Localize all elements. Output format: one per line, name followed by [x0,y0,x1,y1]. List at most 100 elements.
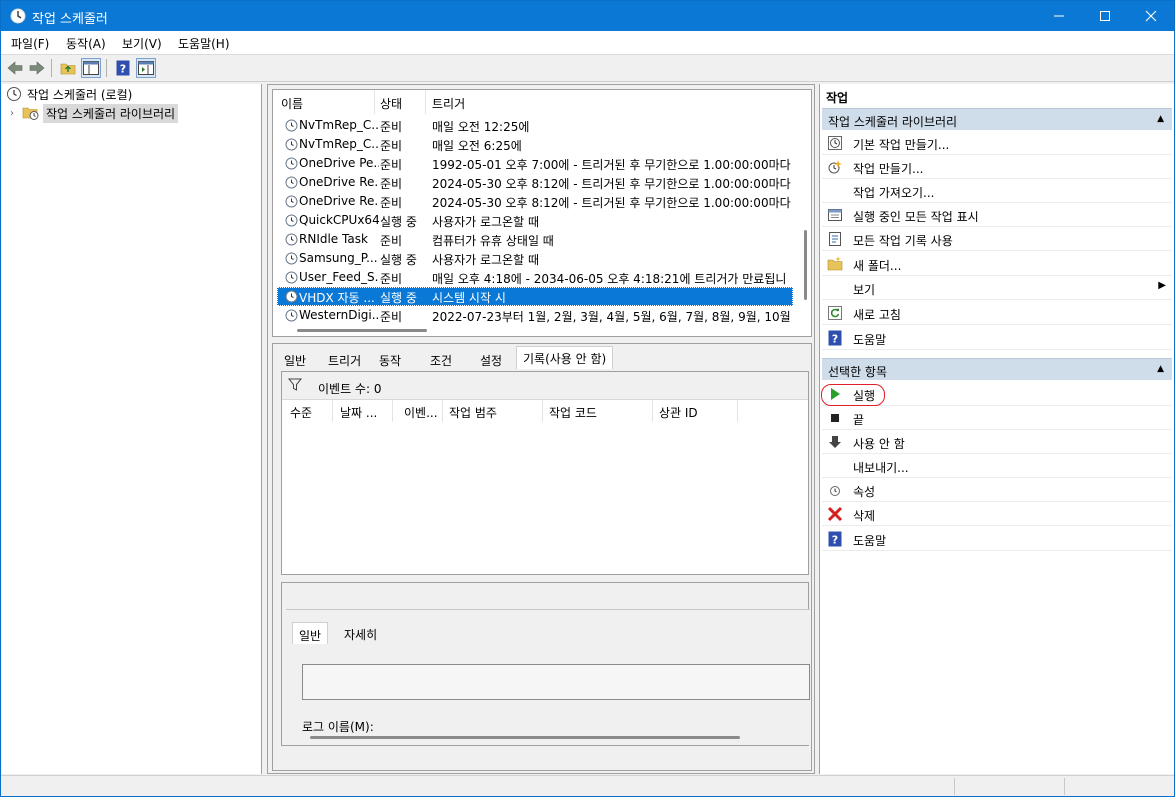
column-divider[interactable] [392,400,393,422]
action-end[interactable]: 끝 [822,406,1172,430]
vertical-scrollbar[interactable] [804,230,807,300]
column-divider[interactable] [542,400,543,422]
tab-conditions[interactable]: 조건 [423,348,459,368]
task-status: 준비 [380,272,403,286]
action-help-selected[interactable]: ? 도움말 [822,527,1172,551]
task-name: OneDrive Pe... [299,156,379,170]
tab-actions[interactable]: 동작 [372,348,408,368]
action-view[interactable]: 보기 ▶ [822,276,1172,300]
tab-event-details[interactable]: 자세히 [338,622,383,644]
horizontal-scrollbar[interactable] [297,329,427,332]
task-trigger: 2024-05-30 오후 8:12에 - 트리거된 후 무기한으로 1.00:… [432,177,791,191]
action-new-folder[interactable]: 새 폴더... [822,252,1172,276]
history-col-category[interactable]: 작업 범주 [449,404,497,421]
menu-bar: 파일(F) 동작(A) 보기(V) 도움말(H) [1,31,1174,54]
tree-item-library[interactable]: › 작업 스케줄러 라이브러리 [10,103,179,123]
task-clock-icon [285,290,298,303]
expand-chevron-icon[interactable]: › [10,108,22,119]
action-refresh[interactable]: 새로 고침 [822,301,1172,325]
column-trigger[interactable]: 트리거 [432,95,465,112]
column-divider[interactable] [737,400,738,422]
task-name: OneDrive Re... [299,175,379,189]
task-row[interactable]: OneDrive Re... 준비 2024-05-30 오후 8:12에 - 트리… [277,192,793,211]
action-delete[interactable]: 삭제 [822,502,1172,526]
show-tree-button[interactable] [81,58,101,78]
history-col-correlation[interactable]: 상관 ID [659,404,698,421]
menu-view[interactable]: 보기(V) [122,35,162,52]
task-row[interactable]: Samsung_P... 실행 중 사용자가 로그온할 때 [277,249,793,268]
section-selected-item[interactable]: 선택한 항목 ▲ [822,358,1172,380]
show-action-pane-button[interactable] [136,58,156,78]
history-columns: 수준 날짜 ... 이벤... 작업 범주 작업 코드 상관 ID [282,400,808,422]
action-create-basic-task[interactable]: 기본 작업 만들기... [822,131,1172,155]
help-toolbar-button[interactable]: ? [113,58,133,78]
svg-text:?: ? [832,333,838,346]
up-folder-button[interactable] [58,58,78,78]
task-status: 준비 [380,234,403,248]
task-status: 준비 [380,120,403,134]
minimize-button[interactable] [1036,1,1082,31]
column-divider[interactable] [652,400,653,422]
action-label: 새로 고침 [853,308,901,322]
task-row[interactable]: NvTmRep_C... 준비 매일 오전 6:25에 [277,135,793,154]
task-row[interactable]: RNIdle Task 준비 컴퓨터가 유휴 상태일 때 [277,230,793,249]
column-divider[interactable] [374,90,375,114]
task-row[interactable]: NvTmRep_C... 준비 매일 오전 12:25에 [277,116,793,135]
tab-event-general[interactable]: 일반 [292,622,329,644]
task-clock-icon [285,233,298,246]
menu-file[interactable]: 파일(F) [11,35,49,52]
task-trigger: 매일 오후 4:18에 - 2034-06-05 오후 4:18:21에 트리거… [432,272,787,286]
column-status[interactable]: 상태 [380,95,402,112]
action-properties[interactable]: 속성 [822,478,1172,502]
collapse-arrow-icon[interactable]: ▲ [1157,114,1164,124]
back-button[interactable] [5,58,25,78]
task-row[interactable]: OneDrive Re... 준비 2024-05-30 오후 8:12에 - 트리… [277,173,793,192]
tab-triggers[interactable]: 트리거 [321,348,368,368]
action-import-task[interactable]: 작업 가져오기... [822,179,1172,203]
history-col-event[interactable]: 이벤... [404,404,438,421]
menu-action[interactable]: 동작(A) [66,35,106,52]
task-status: 준비 [380,139,403,153]
task-trigger: 시스템 시작 시 [432,291,506,305]
history-col-level[interactable]: 수준 [290,404,312,421]
forward-button[interactable] [27,58,47,78]
tree-root[interactable]: 작업 스케줄러 (로컬) [6,85,132,103]
column-divider[interactable] [425,90,426,114]
action-help-library[interactable]: ? 도움말 [822,326,1172,350]
tab-settings[interactable]: 설정 [473,348,509,368]
center-pane: 이름 상태 트리거 NvTmRep_C... 준비 매일 오전 12:25에 NvTm… [267,84,815,774]
folder-clock-icon [22,107,39,120]
section-library[interactable]: 작업 스케줄러 라이브러리 ▲ [822,108,1172,130]
action-enable-all-history[interactable]: 모든 작업 기록 사용 [822,227,1172,251]
filter-icon[interactable] [288,378,302,392]
status-bar [1,775,1174,796]
column-divider[interactable] [332,400,333,422]
minimize-icon [1054,15,1064,17]
action-label: 새 폴더... [853,259,902,273]
history-col-date[interactable]: 날짜 ... [340,404,377,421]
task-row[interactable]: User_Feed_S... 준비 매일 오후 4:18에 - 2034-06-05… [277,268,793,287]
maximize-button[interactable] [1082,1,1128,31]
action-create-task[interactable]: 작업 만들기... [822,155,1172,179]
close-button[interactable] [1128,1,1174,31]
detail-horizontal-scrollbar[interactable] [310,736,740,739]
task-row[interactable]: VHDX 자동 ... 실행 중 시스템 시작 시 [277,287,793,306]
history-col-opcode[interactable]: 작업 코드 [549,404,597,421]
task-row[interactable]: OneDrive Pe... 준비 1992-05-01 오후 7:00에 - 트리… [277,154,793,173]
task-name: NvTmRep_C... [299,118,379,132]
task-list[interactable]: 이름 상태 트리거 NvTmRep_C... 준비 매일 오전 12:25에 NvTm… [272,89,812,337]
tab-general[interactable]: 일반 [277,348,313,368]
action-export[interactable]: 내보내기... [822,454,1172,478]
action-disable[interactable]: 사용 안 함 [822,430,1172,454]
history-icon [827,231,843,247]
event-description-box[interactable] [302,664,810,700]
task-row[interactable]: QuickCPUx64 실행 중 사용자가 로그온할 때 [277,211,793,230]
task-row[interactable]: WesternDigi... 준비 2022-07-23부터 1월, 2월, 3월,… [277,306,793,325]
column-divider[interactable] [442,400,443,422]
forward-arrow-icon [29,61,45,75]
menu-help[interactable]: 도움말(H) [178,35,230,52]
action-show-running-tasks[interactable]: 실행 중인 모든 작업 표시 [822,203,1172,227]
collapse-arrow-icon[interactable]: ▲ [1157,364,1164,374]
tab-history[interactable]: 기록(사용 안 함) [516,346,614,369]
column-name[interactable]: 이름 [281,95,303,112]
